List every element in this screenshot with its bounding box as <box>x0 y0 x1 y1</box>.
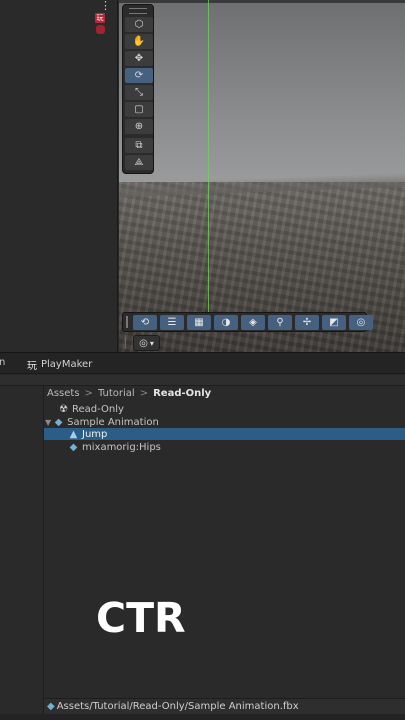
pivot-button[interactable]: ✢ <box>295 314 319 330</box>
breadcrumb-item-current[interactable]: Read-Only <box>153 388 211 399</box>
overlay-caption: CTR <box>96 594 186 642</box>
view-tool-button[interactable]: ⬡ <box>125 17 153 32</box>
sphere-icon: ◑ <box>221 316 231 328</box>
sliders-button[interactable]: ☰ <box>160 314 184 330</box>
scene-top-strip <box>119 0 405 3</box>
custom-tool-button[interactable]: ⧉ <box>125 138 153 153</box>
expand-arrow-icon[interactable]: ▼ <box>45 418 51 427</box>
sliders-icon: ☰ <box>167 316 177 328</box>
custom-tool-icon: ⧉ <box>135 140 143 151</box>
asset-path-text: Assets/Tutorial/Read-Only/Sample Animati… <box>56 701 299 712</box>
list-item-label: Read-Only <box>72 403 124 415</box>
view-tool-icon: ⬡ <box>134 19 144 30</box>
list-item-jump[interactable]: ▲ Jump <box>44 428 405 440</box>
breadcrumb-item-assets[interactable]: Assets <box>47 388 80 399</box>
model-icon: ◆ <box>47 701 55 712</box>
list-item-sample-animation[interactable]: ▼ ◆ Sample Animation <box>44 416 405 428</box>
tab-playmaker[interactable]: 玩 PlayMaker <box>27 357 92 372</box>
rotate-tool-button[interactable]: ⟳ <box>125 68 153 83</box>
list-item-read-only[interactable]: ☢ Read-Only <box>44 403 405 415</box>
hierarchy-panel: ⋮ 玩 <box>0 0 118 352</box>
kebab-menu-icon[interactable]: ⋮ <box>100 0 111 11</box>
rect-tool-button[interactable]: ▢ <box>125 102 153 117</box>
asset-path-statusbar: ◆ Assets/Tutorial/Read-Only/Sample Anima… <box>44 698 405 714</box>
playmaker-icon: 玩 <box>27 361 37 372</box>
y-axis-line <box>208 0 209 320</box>
animation-clip-icon: ▲ <box>69 428 78 440</box>
list-item-label: Sample Animation <box>67 416 159 428</box>
model-icon: ◆ <box>69 441 78 453</box>
scale-tool-button[interactable]: ⤡ <box>125 85 153 100</box>
bottom-tab-bar: n 玩 PlayMaker <box>0 352 405 374</box>
window-bottom-edge <box>0 714 405 720</box>
scene-overlay-toolbar: ⟲ ☰ ▦ ◑ ◈ ⚲ ✢ ◩ ◎ <box>122 312 373 332</box>
loop-icon: ⟲ <box>140 316 150 328</box>
compass-icon: ◎ <box>356 316 366 328</box>
playmaker-badge-icon[interactable]: 玩 <box>95 13 105 23</box>
project-folder-tree[interactable] <box>0 386 44 720</box>
sphere-button[interactable]: ◑ <box>214 314 238 330</box>
overlay-toolbar-grip[interactable] <box>126 316 128 328</box>
list-item-mixamorig-hips[interactable]: ◆ mixamorig:Hips <box>44 441 405 453</box>
transform-tool-button[interactable]: ⊕ <box>125 119 153 134</box>
hand-tool-button[interactable]: ✋ <box>125 34 153 49</box>
camera-icon: ◩ <box>329 316 339 328</box>
scene-tools-toolbar: ⬡ ✋ ✥ ⟳ ⤡ ▢ ⊕ ⧉ ⟁ <box>122 4 154 174</box>
scale-tool-icon: ⤡ <box>135 87 143 98</box>
scene-view-dropdown[interactable]: ◎ ▾ <box>133 335 160 351</box>
camera-button[interactable]: ◩ <box>322 314 346 330</box>
tab-partial[interactable]: n <box>0 357 5 368</box>
transform-tool-icon: ⊕ <box>134 121 144 132</box>
collider-tool-icon: ⟁ <box>134 157 144 168</box>
layers-button[interactable]: ◈ <box>241 314 265 330</box>
model-icon: ◆ <box>54 416 63 428</box>
grid-button[interactable]: ▦ <box>187 314 211 330</box>
move-tool-icon: ✥ <box>134 53 144 64</box>
compass-icon: ◎ <box>139 337 148 349</box>
radioactive-icon: ☢ <box>59 403 68 415</box>
scene-separator <box>125 337 126 349</box>
toolbar-grip[interactable] <box>129 8 147 14</box>
scene-view[interactable] <box>119 0 405 352</box>
breadcrumb: Assets > Tutorial > Read-Only <box>47 388 211 399</box>
chevron-down-icon: ▾ <box>149 338 154 348</box>
project-toolbar <box>0 375 405 386</box>
playmaker-fsm-icon[interactable] <box>96 25 105 34</box>
breadcrumb-separator: > <box>139 388 149 399</box>
search-button[interactable]: ⚲ <box>268 314 292 330</box>
list-item-label: mixamorig:Hips <box>82 441 161 453</box>
breadcrumb-separator: > <box>84 388 93 399</box>
pivot-icon: ✢ <box>302 316 312 328</box>
list-item-label: Jump <box>82 428 108 440</box>
search-icon: ⚲ <box>276 316 284 328</box>
breadcrumb-item-tutorial[interactable]: Tutorial <box>98 388 135 399</box>
rotate-tool-icon: ⟳ <box>134 70 144 81</box>
layers-icon: ◈ <box>249 316 257 328</box>
grid-icon: ▦ <box>194 316 204 328</box>
loop-button[interactable]: ⟲ <box>133 314 157 330</box>
rect-tool-icon: ▢ <box>134 104 144 115</box>
collider-tool-button[interactable]: ⟁ <box>125 155 153 170</box>
compass-button[interactable]: ◎ <box>349 314 373 330</box>
tab-playmaker-label: PlayMaker <box>41 359 93 370</box>
hand-tool-icon: ✋ <box>132 36 146 47</box>
move-tool-button[interactable]: ✥ <box>125 51 153 66</box>
